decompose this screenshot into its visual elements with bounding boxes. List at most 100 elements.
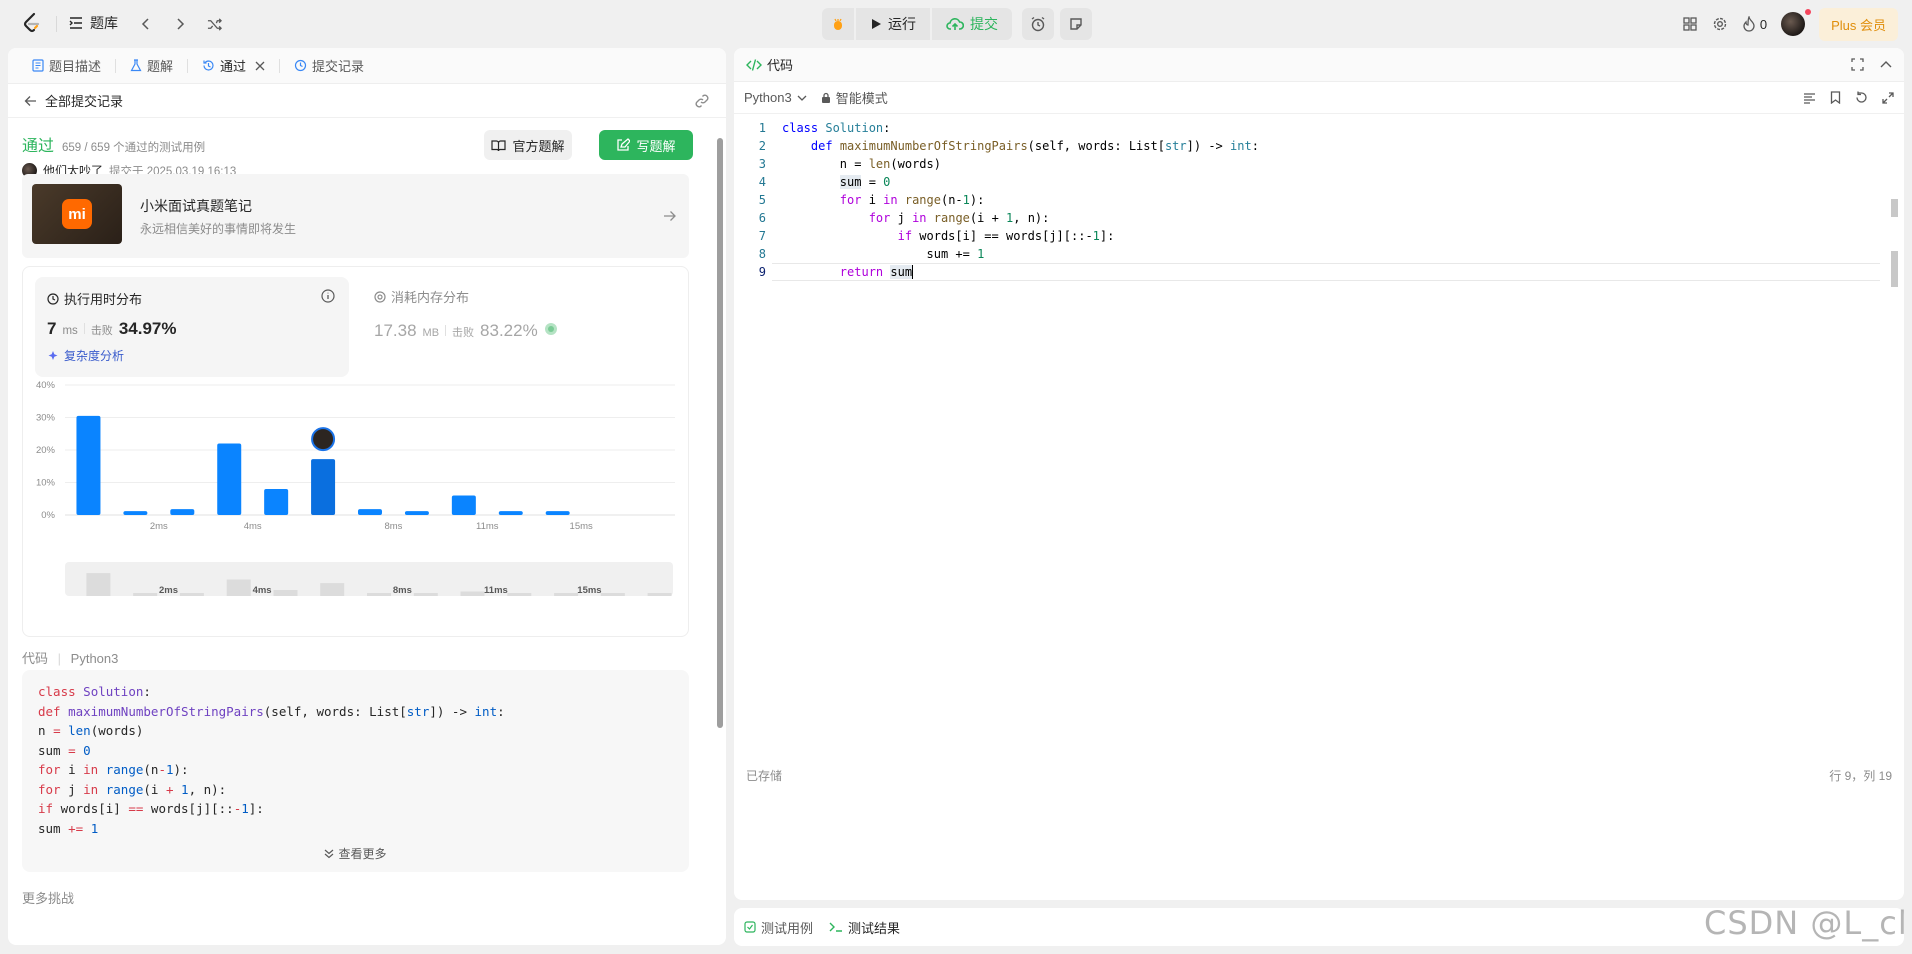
tab-test-cases[interactable]: 测试用例 (744, 918, 813, 937)
tab-description[interactable]: 题目描述 (24, 48, 109, 84)
code-line[interactable]: for j in range(i + 1, n): (782, 209, 1884, 227)
code-line[interactable]: sum = 0 (782, 173, 1884, 191)
prev-problem-button[interactable] (133, 11, 159, 37)
format-align-icon[interactable] (1803, 92, 1816, 104)
submitted-code-preview: class Solution: def maximumNumberOfStrin… (22, 670, 689, 872)
maximize-icon[interactable] (1851, 58, 1864, 71)
code-line[interactable]: sum += 1 (782, 245, 1884, 263)
code-section-label: 代码 (22, 651, 49, 666)
timer-button[interactable] (1022, 8, 1054, 40)
scrollbar-thumb[interactable] (717, 138, 723, 728)
x-tick-label: 4ms (244, 521, 262, 532)
settings-gear-icon[interactable] (1712, 16, 1728, 32)
code-line[interactable]: n = len(words) (782, 155, 1884, 173)
line-number: 6 (758, 211, 766, 225)
tab-test-cases-label: 测试用例 (761, 920, 814, 936)
leetcode-logo[interactable] (20, 11, 44, 35)
info-icon[interactable] (321, 289, 335, 303)
tab-test-result[interactable]: 测试结果 (829, 918, 900, 937)
write-solution-button[interactable]: 写题解 (599, 130, 693, 160)
code-lines[interactable]: class Solution: def maximumNumberOfStrin… (782, 119, 1884, 281)
promo-title: 小米面试真题笔记 (140, 198, 252, 214)
chart-bar[interactable] (404, 511, 429, 515)
close-icon[interactable] (255, 61, 265, 71)
shuffle-icon (207, 17, 222, 31)
link-icon[interactable] (694, 93, 710, 109)
brush-tick-label: 4ms (253, 585, 272, 596)
tab-accepted[interactable]: 通过 (194, 48, 273, 84)
cloud-upload-icon (946, 18, 964, 30)
chart-bar[interactable] (123, 511, 148, 515)
edit-icon (617, 138, 631, 151)
chart-bar[interactable] (264, 489, 289, 515)
ai-badge-icon (544, 323, 557, 335)
problem-bank-link[interactable]: 题库 (68, 13, 118, 33)
code-line[interactable]: return sum (782, 263, 1884, 281)
runtime-box[interactable]: 执行用时分布 7 ms 击败 34.97% 复杂度分析 (35, 277, 349, 377)
layout-grid-icon[interactable] (1682, 16, 1698, 32)
chart-bar[interactable] (545, 511, 570, 515)
line-number: 9 (758, 265, 766, 279)
show-more-button[interactable]: 查看更多 (22, 845, 689, 865)
left-scrollbar[interactable] (716, 128, 724, 938)
editor-scroll-thumb[interactable] (1891, 199, 1898, 217)
chart-bar[interactable] (311, 459, 336, 515)
chevron-up-icon[interactable] (1880, 59, 1892, 71)
chart-bar[interactable] (217, 443, 242, 516)
bookmark-icon[interactable] (1830, 91, 1841, 104)
code-line[interactable]: def maximumNumberOfStringPairs(self, wor… (782, 137, 1884, 155)
official-solution-label: 官方题解 (512, 138, 565, 154)
smart-mode-toggle[interactable]: 智能模式 (821, 88, 888, 107)
plus-membership-button[interactable]: Plus 会员 (1819, 7, 1898, 41)
official-solution-button[interactable]: 官方题解 (484, 130, 572, 160)
flask-icon (130, 59, 142, 72)
language-select[interactable]: Python3 (744, 90, 807, 105)
editor-statusbar: 已存储 行 9，列 19 (734, 760, 1904, 790)
expand-icon[interactable] (1882, 91, 1894, 104)
code-line[interactable]: for i in range(n-1): (782, 191, 1884, 209)
alarm-clock-icon (1031, 16, 1045, 32)
top-right-tools: 0 Plus 会员 (1682, 7, 1898, 41)
chart-bar[interactable] (358, 509, 382, 515)
chart-bar[interactable] (170, 509, 195, 515)
code-line[interactable]: class Solution: (782, 119, 1884, 137)
chart-range-brush[interactable]: 2ms 4ms 8ms 11ms 15ms (65, 562, 673, 596)
tab-solutions[interactable]: 题解 (122, 48, 181, 84)
streak-counter[interactable]: 0 (1742, 16, 1767, 32)
memory-tab[interactable]: 消耗内存分布 (374, 287, 469, 306)
language-value: Python3 (744, 90, 792, 105)
my-submission-avatar-marker[interactable] (311, 427, 336, 452)
brush-bar (273, 590, 298, 596)
tab-submissions[interactable]: 提交记录 (286, 48, 372, 84)
random-problem-button[interactable] (201, 11, 227, 37)
notes-button[interactable] (1060, 8, 1092, 40)
submit-label: 提交 (970, 16, 998, 32)
back-to-submissions[interactable]: 全部提交记录 (24, 91, 123, 110)
code-line: for i in range(n-1): (38, 762, 189, 777)
code-section-lang: Python3 (70, 651, 119, 666)
brush-bar (647, 593, 672, 596)
memory-value: 17.38 (374, 321, 417, 340)
terminal-icon (829, 922, 843, 932)
complexity-analysis-link[interactable]: 复杂度分析 (47, 347, 124, 364)
next-problem-button[interactable] (167, 11, 193, 37)
line-number: 3 (758, 157, 766, 171)
flame-icon (1743, 16, 1755, 32)
chart-bar[interactable] (76, 415, 101, 515)
code-editor[interactable]: 1 2 3 4 5 6 7 8 9 class Solution: def ma… (734, 119, 1904, 739)
brush-tick-label: 2ms (159, 585, 178, 596)
promo-card[interactable]: mi 小米面试真题笔记 永远相信美好的事情即将发生 (22, 174, 689, 258)
code-line[interactable]: if words[i] == words[j][::-1]: (782, 227, 1884, 245)
reset-icon[interactable] (1855, 91, 1868, 104)
more-challenges-heading: 更多挑战 (22, 891, 75, 906)
accepted-status: 通过 (22, 138, 55, 155)
show-more-label: 查看更多 (338, 846, 387, 861)
user-avatar[interactable] (1781, 9, 1812, 36)
chart-bar[interactable] (498, 511, 523, 515)
submit-button[interactable]: 提交 (932, 8, 1012, 40)
memory-icon (374, 290, 386, 303)
chart-bar[interactable] (451, 495, 476, 516)
run-button[interactable]: 运行 (856, 8, 930, 40)
y-tick-label: 20% (36, 445, 56, 456)
debug-button[interactable] (822, 8, 854, 40)
